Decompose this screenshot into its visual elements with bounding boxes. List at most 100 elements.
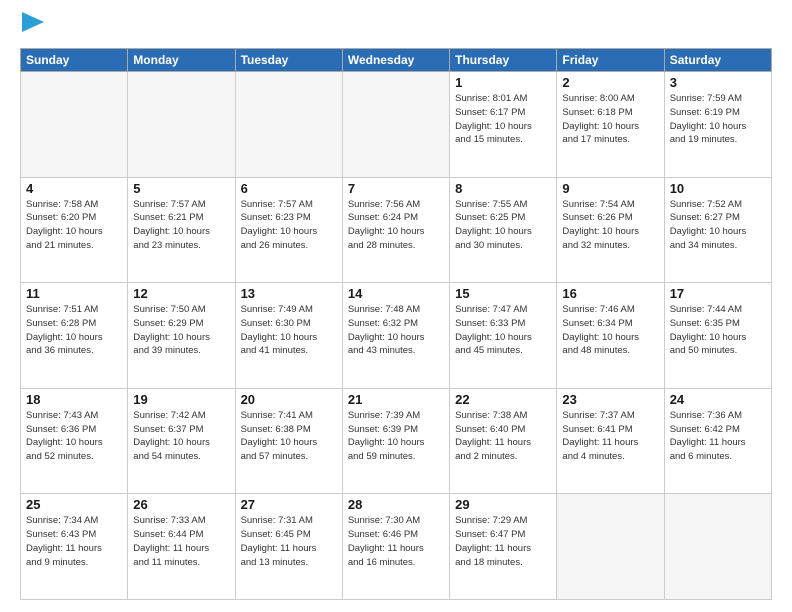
calendar-week-5: 25 Sunrise: 7:34 AM Sunset: 6:43 PM Dayli… xyxy=(21,494,772,600)
calendar-cell: 1 Sunrise: 8:01 AM Sunset: 6:17 PM Daylig… xyxy=(450,72,557,178)
weekday-header-thursday: Thursday xyxy=(450,49,557,72)
day-number: 28 xyxy=(348,497,444,512)
day-number: 26 xyxy=(133,497,229,512)
weekday-header-sunday: Sunday xyxy=(21,49,128,72)
logo xyxy=(20,16,44,38)
weekday-header-wednesday: Wednesday xyxy=(342,49,449,72)
day-number: 8 xyxy=(455,181,551,196)
day-number: 9 xyxy=(562,181,658,196)
calendar-cell: 15Sunrise: 7:47 AM Sunset: 6:33 PM Dayli… xyxy=(450,283,557,389)
day-info: Sunrise: 8:00 AM Sunset: 6:18 PM Dayligh… xyxy=(562,92,658,147)
calendar-cell: 29 Sunrise: 7:29 AM Sunset: 6:47 PM Dayli… xyxy=(450,494,557,600)
calendar-cell: 9 Sunrise: 7:54 AM Sunset: 6:26 PM Daylig… xyxy=(557,177,664,283)
day-info: Sunrise: 7:44 AM Sunset: 6:35 PM Dayligh… xyxy=(670,303,766,358)
day-number: 5 xyxy=(133,181,229,196)
calendar-cell xyxy=(128,72,235,178)
day-info: Sunrise: 7:42 AM Sunset: 6:37 PM Dayligh… xyxy=(133,409,229,464)
day-info: Sunrise: 8:01 AM Sunset: 6:17 PM Dayligh… xyxy=(455,92,551,147)
day-number: 10 xyxy=(670,181,766,196)
day-number: 4 xyxy=(26,181,122,196)
day-info: Sunrise: 7:30 AM Sunset: 6:46 PM Dayligh… xyxy=(348,514,444,569)
calendar-cell: 7 Sunrise: 7:56 AM Sunset: 6:24 PM Daylig… xyxy=(342,177,449,283)
day-info: Sunrise: 7:55 AM Sunset: 6:25 PM Dayligh… xyxy=(455,198,551,253)
calendar-cell: 21 Sunrise: 7:39 AM Sunset: 6:39 PM Dayli… xyxy=(342,388,449,494)
day-number: 14 xyxy=(348,286,444,301)
day-info: Sunrise: 7:31 AM Sunset: 6:45 PM Dayligh… xyxy=(241,514,337,569)
day-number: 13 xyxy=(241,286,337,301)
day-number: 11 xyxy=(26,286,122,301)
day-info: Sunrise: 7:57 AM Sunset: 6:23 PM Dayligh… xyxy=(241,198,337,253)
calendar-cell: 10 Sunrise: 7:52 AM Sunset: 6:27 PM Dayli… xyxy=(664,177,771,283)
day-info: Sunrise: 7:33 AM Sunset: 6:44 PM Dayligh… xyxy=(133,514,229,569)
day-info: Sunrise: 7:37 AM Sunset: 6:41 PM Dayligh… xyxy=(562,409,658,464)
calendar-cell: 23 Sunrise: 7:37 AM Sunset: 6:41 PM Dayli… xyxy=(557,388,664,494)
day-number: 29 xyxy=(455,497,551,512)
day-number: 12 xyxy=(133,286,229,301)
day-info: Sunrise: 7:57 AM Sunset: 6:21 PM Dayligh… xyxy=(133,198,229,253)
weekday-header-friday: Friday xyxy=(557,49,664,72)
day-info: Sunrise: 7:39 AM Sunset: 6:39 PM Dayligh… xyxy=(348,409,444,464)
day-number: 27 xyxy=(241,497,337,512)
weekday-header-monday: Monday xyxy=(128,49,235,72)
header xyxy=(20,16,772,38)
calendar-cell xyxy=(21,72,128,178)
day-number: 6 xyxy=(241,181,337,196)
day-info: Sunrise: 7:54 AM Sunset: 6:26 PM Dayligh… xyxy=(562,198,658,253)
calendar-cell: 22 Sunrise: 7:38 AM Sunset: 6:40 PM Dayli… xyxy=(450,388,557,494)
calendar-cell: 19 Sunrise: 7:42 AM Sunset: 6:37 PM Dayli… xyxy=(128,388,235,494)
calendar-cell: 27 Sunrise: 7:31 AM Sunset: 6:45 PM Dayli… xyxy=(235,494,342,600)
day-info: Sunrise: 7:38 AM Sunset: 6:40 PM Dayligh… xyxy=(455,409,551,464)
calendar-cell: 17 Sunrise: 7:44 AM Sunset: 6:35 PM Dayli… xyxy=(664,283,771,389)
calendar-cell: 2 Sunrise: 8:00 AM Sunset: 6:18 PM Daylig… xyxy=(557,72,664,178)
calendar-cell: 3 Sunrise: 7:59 AM Sunset: 6:19 PM Daylig… xyxy=(664,72,771,178)
day-number: 23 xyxy=(562,392,658,407)
calendar-cell xyxy=(235,72,342,178)
calendar-cell: 18 Sunrise: 7:43 AM Sunset: 6:36 PM Dayli… xyxy=(21,388,128,494)
day-number: 21 xyxy=(348,392,444,407)
calendar-cell: 11 Sunrise: 7:51 AM Sunset: 6:28 PM Dayli… xyxy=(21,283,128,389)
calendar-cell: 28 Sunrise: 7:30 AM Sunset: 6:46 PM Dayli… xyxy=(342,494,449,600)
day-info: Sunrise: 7:47 AM Sunset: 6:33 PM Dayligh… xyxy=(455,303,551,358)
calendar-cell: 8 Sunrise: 7:55 AM Sunset: 6:25 PM Daylig… xyxy=(450,177,557,283)
day-number: 16 xyxy=(562,286,658,301)
page: SundayMondayTuesdayWednesdayThursdayFrid… xyxy=(0,0,792,612)
day-info: Sunrise: 7:48 AM Sunset: 6:32 PM Dayligh… xyxy=(348,303,444,358)
day-number: 19 xyxy=(133,392,229,407)
calendar-cell: 20 Sunrise: 7:41 AM Sunset: 6:38 PM Dayli… xyxy=(235,388,342,494)
calendar-cell: 5 Sunrise: 7:57 AM Sunset: 6:21 PM Daylig… xyxy=(128,177,235,283)
calendar-week-1: 1 Sunrise: 8:01 AM Sunset: 6:17 PM Daylig… xyxy=(21,72,772,178)
calendar-week-4: 18 Sunrise: 7:43 AM Sunset: 6:36 PM Dayli… xyxy=(21,388,772,494)
day-info: Sunrise: 7:52 AM Sunset: 6:27 PM Dayligh… xyxy=(670,198,766,253)
calendar-cell xyxy=(664,494,771,600)
day-info: Sunrise: 7:43 AM Sunset: 6:36 PM Dayligh… xyxy=(26,409,122,464)
day-info: Sunrise: 7:34 AM Sunset: 6:43 PM Dayligh… xyxy=(26,514,122,569)
day-info: Sunrise: 7:51 AM Sunset: 6:28 PM Dayligh… xyxy=(26,303,122,358)
calendar-cell xyxy=(557,494,664,600)
calendar-cell xyxy=(342,72,449,178)
day-info: Sunrise: 7:59 AM Sunset: 6:19 PM Dayligh… xyxy=(670,92,766,147)
weekday-header-tuesday: Tuesday xyxy=(235,49,342,72)
calendar-body: 1 Sunrise: 8:01 AM Sunset: 6:17 PM Daylig… xyxy=(21,72,772,600)
day-number: 22 xyxy=(455,392,551,407)
day-info: Sunrise: 7:46 AM Sunset: 6:34 PM Dayligh… xyxy=(562,303,658,358)
day-number: 7 xyxy=(348,181,444,196)
calendar-week-2: 4Sunrise: 7:58 AM Sunset: 6:20 PM Daylig… xyxy=(21,177,772,283)
day-number: 1 xyxy=(455,75,551,90)
calendar-cell: 14 Sunrise: 7:48 AM Sunset: 6:32 PM Dayli… xyxy=(342,283,449,389)
day-info: Sunrise: 7:29 AM Sunset: 6:47 PM Dayligh… xyxy=(455,514,551,569)
day-number: 20 xyxy=(241,392,337,407)
calendar-cell: 13Sunrise: 7:49 AM Sunset: 6:30 PM Dayli… xyxy=(235,283,342,389)
calendar-cell: 24Sunrise: 7:36 AM Sunset: 6:42 PM Dayli… xyxy=(664,388,771,494)
day-info: Sunrise: 7:36 AM Sunset: 6:42 PM Dayligh… xyxy=(670,409,766,464)
weekday-header-saturday: Saturday xyxy=(664,49,771,72)
logo-icon xyxy=(22,12,44,32)
calendar-cell: 26 Sunrise: 7:33 AM Sunset: 6:44 PM Dayli… xyxy=(128,494,235,600)
day-number: 25 xyxy=(26,497,122,512)
day-number: 2 xyxy=(562,75,658,90)
day-info: Sunrise: 7:41 AM Sunset: 6:38 PM Dayligh… xyxy=(241,409,337,464)
day-number: 3 xyxy=(670,75,766,90)
day-number: 18 xyxy=(26,392,122,407)
day-info: Sunrise: 7:56 AM Sunset: 6:24 PM Dayligh… xyxy=(348,198,444,253)
day-number: 17 xyxy=(670,286,766,301)
calendar-week-3: 11 Sunrise: 7:51 AM Sunset: 6:28 PM Dayli… xyxy=(21,283,772,389)
